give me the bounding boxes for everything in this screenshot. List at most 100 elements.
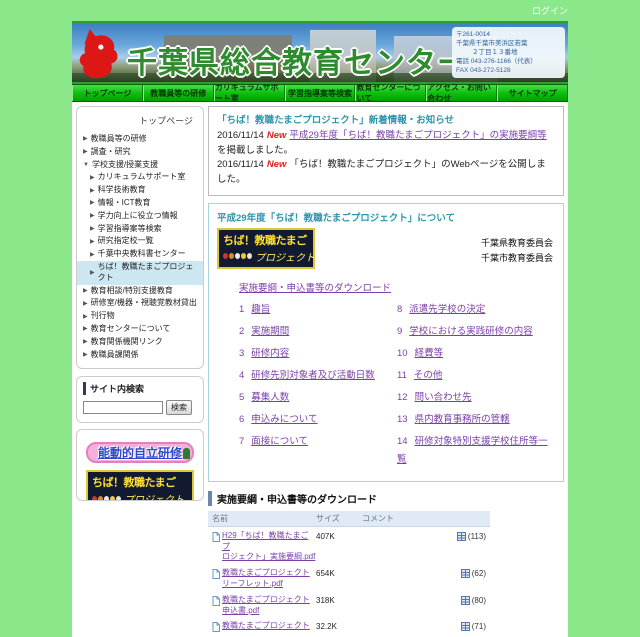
egg-icon [110,496,115,502]
toc-number: 13 [397,414,415,425]
file-link[interactable]: 教職たまごプロジェクト [222,595,310,606]
toc-link[interactable]: 8派遣先学校の決定 [397,304,485,315]
toc-link[interactable]: 13県内教育事務所の管轄 [397,414,510,425]
sidebar-item[interactable]: ▶ 教職員課関係 [77,349,203,362]
egg-icon [92,496,97,502]
search-button[interactable]: 検索 [166,400,192,415]
sidebar-item[interactable]: ▶ 学習指導案等検索 [77,223,203,236]
phone-number: 電話 043-276-1166（代表） [456,57,561,66]
toc-number: 8 [397,304,409,315]
sidebar-item[interactable]: ▶ 教育センターについて [77,323,203,336]
toc-number: 5 [239,392,251,403]
sidebar-item[interactable]: ▼ 学校支援/授業支援 [77,159,203,172]
triangle-marker-icon: ▶ [83,135,88,143]
column-size: サイズ [316,513,362,524]
sidebar-item[interactable]: ▶ 科学技術教育 [77,184,203,197]
sidebar-item[interactable]: ▶ 研修室/機器・視聴覚教材貸出 [77,297,203,310]
sidebar-item[interactable]: ▶ ちば！教職たまごプロジェクト [77,261,203,285]
egg-icon [116,496,121,502]
tamago-project-banner[interactable]: ちば！教職たまご プロジェクト [86,470,194,501]
toc-link[interactable]: 6申込みについて [239,414,318,425]
toc-number: 9 [397,326,409,337]
toc-item: 1趣旨 [239,299,397,317]
project-about-box: 平成29年度「ちば！教職たまごプロジェクト」について ちば！教職たまご プロジェ… [208,203,564,482]
content-area: トップページ ▶ 教職員等の研修 ▶ 調査・研究 [72,102,568,637]
toc-link[interactable]: 10経費等 [397,348,443,359]
file-link-line2[interactable]: リーフレット.pdf [222,579,310,590]
toc-label: 募集人数 [251,392,289,403]
nav-item[interactable]: 学習指導案等検索 [285,85,356,101]
toc-link[interactable]: 5募集人数 [239,392,289,403]
triangle-marker-icon: ▶ [90,238,95,246]
toc-link[interactable]: 11その他 [397,370,442,381]
fax-number: FAX 043-272-5128 [456,66,561,75]
sidebar-item[interactable]: ▶ 千葉中央教科書センター [77,248,203,261]
nav-item[interactable]: サイトマップ [497,85,568,101]
sidebar-item[interactable]: ▶ 教職員等の研修 [77,133,203,146]
toc-link[interactable]: 3研修内容 [239,348,289,359]
toc-item: 8派遣先学校の決定 [397,299,555,317]
triangle-marker-icon: ▶ [83,148,88,156]
file-link[interactable]: 教職たまごプロジェクト [222,568,310,579]
nav-item[interactable]: カリキュラムサポート室 [214,85,285,101]
triangle-marker-icon: ▶ [83,325,88,333]
new-badge: New [267,130,287,141]
toc-link[interactable]: 7面接について [239,436,308,447]
download-count-value: (80) [472,596,486,605]
sidebar-home-link[interactable]: トップページ [77,110,203,133]
toc-link[interactable]: 9学校における実践研修の内容 [397,326,533,337]
column-comment: コメント [362,513,486,524]
active-training-banner[interactable]: 能動的自立研修 [86,442,194,463]
sidebar-item-label: 教職員等の研修 [91,134,147,145]
news-link[interactable]: 平成29年度「ちば！教職たまごプロジェクト」の実施要綱等 [289,130,546,141]
egg-icon [247,253,252,259]
toc-link[interactable]: 2実施期間 [239,326,289,337]
triangle-marker-icon: ▶ [90,269,95,277]
active-training-banner-label: 能動的自立研修 [98,444,182,461]
news-box: 「ちば！教職たまごプロジェクト」新着情報・お知らせ 2016/11/14New平… [208,106,564,196]
toc-item: 11その他 [397,365,555,383]
toc-link[interactable]: 1趣旨 [239,304,270,315]
sidebar-item-label: 調査・研究 [91,147,131,158]
project-about-title: 平成29年度「ちば！教職たまごプロジェクト」について [217,210,555,224]
sidebar-item[interactable]: ▶ 刊行物 [77,310,203,323]
sidebar-item[interactable]: ▶ 学力向上に役立つ情報 [77,210,203,223]
toc-link[interactable]: 4研修先別対象者及び活動日数 [239,370,375,381]
nav-item[interactable]: 教育センターについて [355,85,426,101]
toc-item: 5募集人数 [239,387,397,405]
sidebar-item[interactable]: ▶ 研究指定校一覧 [77,235,203,248]
triangle-marker-icon: ▶ [90,212,95,220]
file-link[interactable]: 教職たまごプロジェクト [222,621,310,632]
file-link-line2[interactable]: ロジェクト」実施要綱.pdf [222,552,316,563]
triangle-marker-icon: ▶ [90,187,95,195]
sidebar-item[interactable]: ▶ 教育関係機関リンク [77,336,203,349]
sidebar-item-label: 刊行物 [91,311,115,322]
site-search-box: サイト内検索 検索 [76,376,204,423]
address-box: 〒261-0014 千葉県千葉市美浜区若葉 ２丁目１３番地 電話 043-276… [452,27,565,78]
sidebar-item[interactable]: ▶ カリキュラムサポート室 [77,171,203,184]
nav-item[interactable]: トップページ [72,85,143,101]
triangle-marker-icon: ▶ [83,287,88,295]
sidebar-item[interactable]: ▶ 教育相談/特別支援教育 [77,285,203,298]
nav-item[interactable]: アクセス・お問い合わせ [426,85,497,101]
sidebar-item[interactable]: ▶ 調査・研究 [77,146,203,159]
count-grid-icon [461,622,470,631]
login-link[interactable]: ログイン [532,4,568,17]
toc-link[interactable]: 12問い合わせ先 [397,392,472,403]
sidebar-item-label: ちば！教職たまごプロジェクト [98,262,200,284]
toc-label: 研修対象特別支援学校住所等一覧 [397,436,548,465]
sidebar-item[interactable]: ▶ 情報・ICT教育 [77,197,203,210]
toc-link[interactable]: 14研修対象特別支援学校住所等一覧 [397,436,548,465]
download-count: (71) [461,621,486,631]
file-link-line2[interactable]: 申込書.pdf [222,606,310,617]
egg-icon [98,496,103,502]
toc-item: 4研修先別対象者及び活動日数 [239,365,397,383]
news-item: 2016/11/14New「ちば！教職たまごプロジェクト」のWebページを公開し… [217,158,555,187]
download-section-link[interactable]: 実施要綱・申込書等のダウンロード [239,280,391,294]
download-count-value: (113) [468,532,486,541]
search-input[interactable] [83,401,163,414]
file-link[interactable]: H29「ちば！教職たまごプ [222,531,316,553]
sidebar-item-label: 研修室/機器・視聴覚教材貸出 [91,298,197,309]
toc-number: 11 [397,370,414,381]
nav-item[interactable]: 教職員等の研修 [143,85,214,101]
